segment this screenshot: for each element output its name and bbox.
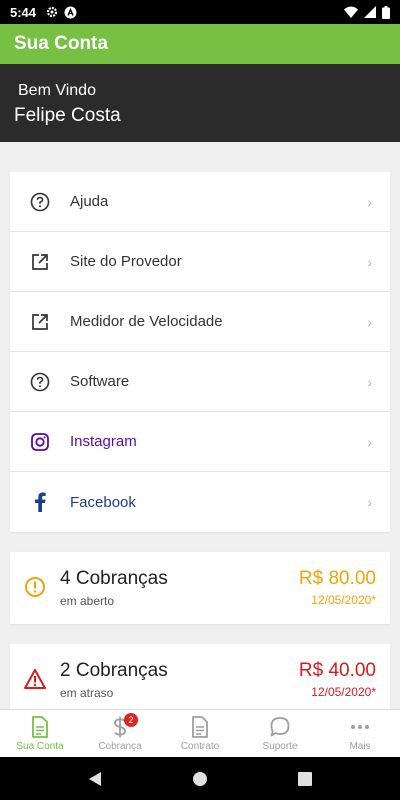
menu-item-label: Site do Provedor (70, 253, 182, 270)
bill-card-late[interactable]: 2 Cobranças em atraso R$ 40.00 12/05/202… (10, 644, 390, 716)
bill-amount: R$ 80.00 (298, 568, 376, 589)
nav-cobranca[interactable]: 2 Cobrança (80, 710, 160, 757)
nav-sua-conta[interactable]: Sua Conta (0, 710, 80, 757)
menu-item-medidor-velocidade[interactable]: Medidor de Velocidade › (10, 292, 390, 352)
facebook-icon (10, 492, 70, 512)
notification-badge: 2 (124, 713, 138, 727)
more-dots-icon (351, 724, 369, 729)
app-notification-icon (64, 6, 77, 18)
chevron-right-icon: › (367, 373, 372, 390)
menu-list: Ajuda › Site do Provedor › Medidor de Ve… (10, 172, 390, 532)
nav-contrato[interactable]: Contrato (160, 710, 240, 757)
help-circle-icon (10, 372, 70, 392)
user-name: Felipe Costa (14, 105, 121, 126)
bill-count: 2 Cobranças (60, 660, 168, 681)
welcome-header: Bem Vindo Felipe Costa (0, 64, 400, 142)
nav-label: Sua Conta (16, 740, 64, 752)
menu-item-label: Instagram (70, 433, 137, 450)
bill-amount: R$ 40.00 (298, 660, 376, 681)
nav-label: Contrato (180, 740, 220, 752)
recents-icon[interactable] (298, 771, 312, 786)
chevron-right-icon: › (367, 193, 372, 210)
nav-label: Cobrança (98, 740, 142, 752)
chevron-right-icon: › (367, 494, 372, 510)
app-bar: Sua Conta (0, 24, 400, 64)
bill-due-date: 12/05/2020* (311, 685, 376, 699)
instagram-icon (10, 432, 70, 452)
menu-item-label: Medidor de Velocidade (70, 313, 223, 330)
bill-due-date: 12/05/2020* (311, 593, 376, 607)
menu-item-software[interactable]: Software › (10, 352, 390, 412)
document-icon (32, 715, 48, 738)
warning-triangle-icon (24, 668, 46, 695)
bill-status: em aberto (60, 594, 115, 608)
battery-icon (382, 5, 390, 19)
status-bar: 5:44 (0, 0, 400, 24)
chat-bubble-icon (270, 716, 290, 736)
back-icon[interactable] (88, 771, 102, 787)
settings-icon (46, 6, 58, 18)
chevron-right-icon: › (367, 313, 372, 330)
chevron-right-icon: › (367, 253, 372, 270)
bill-card-open[interactable]: 4 Cobranças em aberto R$ 80.00 12/05/202… (10, 552, 390, 624)
bill-count: 4 Cobranças (60, 568, 168, 589)
menu-item-ajuda[interactable]: Ajuda › (10, 172, 390, 232)
status-time: 5:44 (10, 4, 37, 20)
menu-item-instagram[interactable]: Instagram › (10, 412, 390, 472)
nav-label: Suporte (262, 740, 298, 752)
menu-item-facebook[interactable]: Facebook › (10, 472, 390, 532)
home-icon[interactable] (192, 771, 208, 787)
menu-item-label: Software (70, 373, 130, 390)
nav-suporte[interactable]: Suporte (240, 710, 320, 757)
external-link-icon (10, 312, 70, 332)
signal-icon (364, 6, 376, 18)
chevron-right-icon: › (367, 433, 372, 450)
wifi-icon (344, 6, 358, 18)
welcome-greeting: Bem Vindo (18, 82, 96, 99)
bottom-navigation: Sua Conta 2 Cobrança Contrato Suporte Ma… (0, 709, 400, 757)
nav-mais[interactable]: Mais (320, 710, 400, 757)
contract-icon (192, 715, 208, 738)
bill-status: em atraso (60, 686, 114, 700)
system-navigation-bar (0, 757, 400, 800)
warning-circle-icon (24, 576, 46, 603)
menu-item-site-provedor[interactable]: Site do Provedor › (10, 232, 390, 292)
nav-label: Mais (349, 740, 371, 752)
help-circle-icon (10, 192, 70, 212)
menu-item-label: Ajuda (70, 193, 109, 210)
menu-item-label: Facebook (70, 493, 136, 511)
external-link-icon (10, 252, 70, 272)
app-title: Sua Conta (14, 33, 108, 54)
